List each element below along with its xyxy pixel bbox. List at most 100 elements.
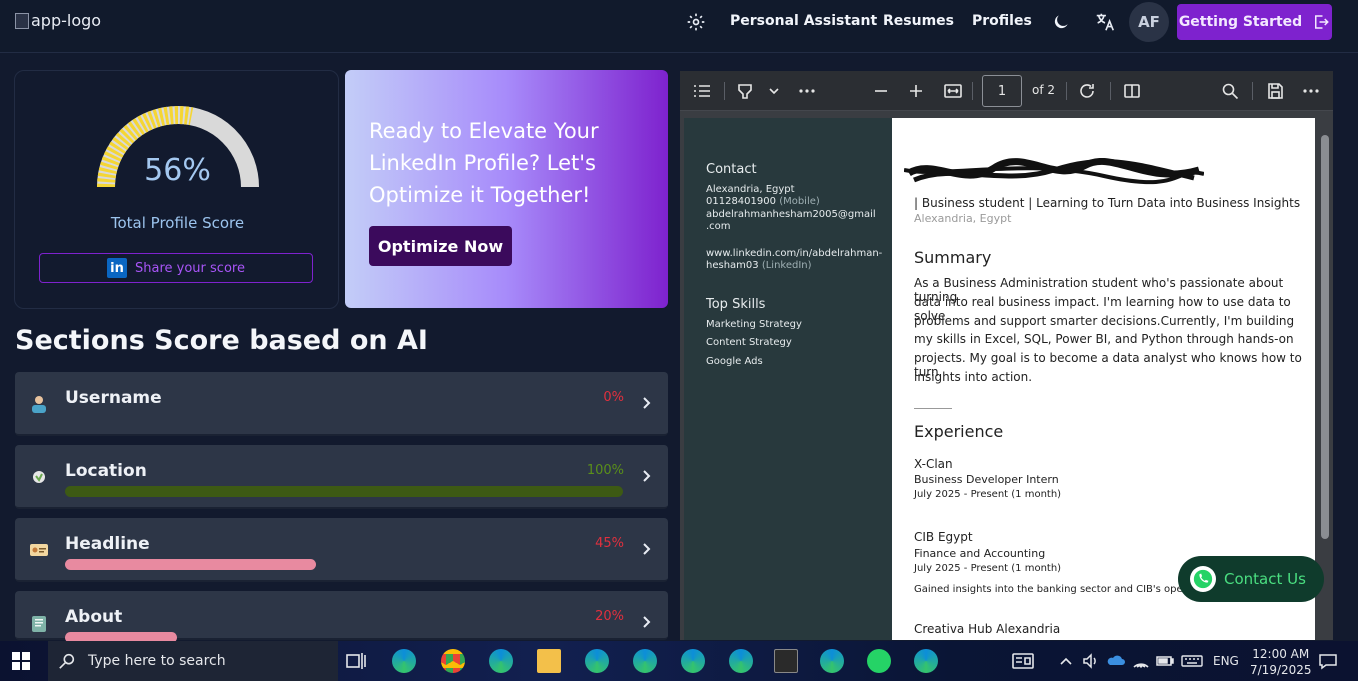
user-icon <box>32 396 46 413</box>
edge-icon[interactable] <box>585 649 609 673</box>
clipboard-icon <box>32 616 46 632</box>
resume-tagline: | Business student | Learning to Turn Da… <box>914 196 1301 210</box>
optimize-now-button[interactable]: Optimize Now <box>369 226 512 266</box>
more-options-icon[interactable] <box>797 81 817 101</box>
section-row-location[interactable]: Location 100% <box>15 445 668 509</box>
contact-heading: Contact <box>706 162 757 177</box>
section-row-headline[interactable]: Headline 45% <box>15 518 668 582</box>
share-score-button[interactable]: in Share your score <box>39 253 313 283</box>
nav-resumes[interactable]: Resumes <box>883 13 954 29</box>
toolbar-divider <box>724 82 725 100</box>
notification-icon[interactable] <box>1318 649 1338 673</box>
summary-line: problems and support smarter decisions.C… <box>914 314 1295 328</box>
task-view-icon[interactable] <box>344 649 368 673</box>
pdf-viewer: 1 of 2 Contact Alexandria, Egypt 0112840… <box>680 71 1333 640</box>
whatsapp-icon <box>1190 566 1216 592</box>
whatsapp-label: Contact Us <box>1224 570 1306 588</box>
chevron-right-icon <box>643 616 651 628</box>
nav-personal-assistant[interactable]: Personal Assistant <box>730 13 877 29</box>
windows-start-icon[interactable] <box>12 652 30 670</box>
system-clock[interactable]: 12:00 AM 7/19/2025 <box>1250 646 1312 678</box>
news-widget-icon[interactable] <box>1011 649 1035 673</box>
sections-title: Sections Score based on AI <box>15 325 428 356</box>
gear-icon[interactable] <box>686 12 706 32</box>
wifi-icon[interactable] <box>1131 649 1151 673</box>
section-percent: 45% <box>595 536 624 551</box>
chevron-right-icon <box>643 470 651 482</box>
job-dates: July 2025 - Present (1 month) <box>914 489 1062 500</box>
taskbar-search-placeholder: Type here to search <box>88 653 226 669</box>
email-line-2: .com <box>706 221 731 232</box>
section-row-about[interactable]: About 20% <box>15 591 668 643</box>
nav-profiles[interactable]: Profiles <box>972 13 1032 29</box>
edge-icon[interactable] <box>729 649 753 673</box>
contact-address: Alexandria, Egypt <box>706 184 795 195</box>
section-row-username[interactable]: Username 0% <box>15 372 668 436</box>
battery-icon[interactable] <box>1155 649 1175 673</box>
edge-icon[interactable] <box>392 649 416 673</box>
linkedin-tag: (LinkedIn) <box>761 260 812 271</box>
skill-item: Marketing Strategy <box>706 319 802 330</box>
zoom-out-icon[interactable] <box>871 81 891 101</box>
share-score-label: Share your score <box>135 260 245 276</box>
top-skills-heading: Top Skills <box>706 297 766 312</box>
outline-list-icon[interactable] <box>692 81 712 101</box>
getting-started-button[interactable]: Getting Started <box>1177 4 1332 40</box>
experience-heading: Experience <box>914 422 1004 441</box>
edge-icon[interactable] <box>820 649 844 673</box>
chevron-up-icon[interactable] <box>1058 649 1074 673</box>
job-company: Creativa Hub Alexandria <box>914 622 1061 636</box>
more-options-icon[interactable] <box>1301 81 1321 101</box>
score-value: 56% <box>144 153 211 188</box>
whatsapp-contact-button[interactable]: Contact Us <box>1178 556 1324 602</box>
highlight-icon[interactable] <box>735 81 755 101</box>
moon-icon[interactable] <box>1051 12 1071 32</box>
section-percent: 100% <box>586 463 624 478</box>
edge-icon[interactable] <box>633 649 657 673</box>
edge-icon[interactable] <box>914 649 938 673</box>
chevron-right-icon <box>643 397 651 409</box>
summary-heading: Summary <box>914 248 992 267</box>
rotate-icon[interactable] <box>1077 81 1097 101</box>
chrome-icon[interactable] <box>441 649 465 673</box>
linkedin-line-2: hesham03 <box>706 260 759 271</box>
section-name: About <box>65 607 123 627</box>
page-view-icon[interactable] <box>1122 81 1142 101</box>
edge-icon[interactable] <box>489 649 513 673</box>
clock-date: 7/19/2025 <box>1250 663 1312 677</box>
section-progress-bar <box>65 559 317 570</box>
job-description: Gained insights into the banking sector … <box>914 584 1193 595</box>
edge-icon[interactable] <box>681 649 705 673</box>
section-name: Location <box>65 461 147 481</box>
onedrive-icon[interactable] <box>1106 649 1126 673</box>
chevron-down-icon[interactable] <box>764 81 784 101</box>
file-explorer-icon[interactable] <box>537 649 561 673</box>
summary-line: insights into action. <box>914 370 1033 384</box>
translate-icon[interactable] <box>1094 11 1116 33</box>
top-nav: app-logo Personal Assistant Resumes Prof… <box>0 0 1358 53</box>
whatsapp-icon[interactable] <box>867 649 891 673</box>
fit-width-icon[interactable] <box>943 81 963 101</box>
pdf-scrollbar-thumb[interactable] <box>1321 135 1329 539</box>
search-icon[interactable] <box>1220 81 1240 101</box>
zoom-in-icon[interactable] <box>906 81 926 101</box>
keyboard-icon[interactable] <box>1180 649 1204 673</box>
toolbar-divider <box>1066 82 1067 100</box>
divider-line <box>914 408 952 409</box>
save-icon[interactable] <box>1265 81 1285 101</box>
language-indicator[interactable]: ENG <box>1213 654 1239 668</box>
avatar[interactable]: AF <box>1129 2 1169 42</box>
getting-started-label: Getting Started <box>1178 14 1303 30</box>
epic-games-icon[interactable] <box>774 649 798 673</box>
redacted-name-scribble <box>904 158 1204 185</box>
page-number-input[interactable]: 1 <box>982 75 1022 107</box>
volume-icon[interactable] <box>1082 649 1100 673</box>
search-icon <box>59 653 75 669</box>
job-company: CIB Egypt <box>914 530 973 544</box>
id-card-icon <box>30 544 48 556</box>
app-logo[interactable]: app-logo <box>15 11 101 30</box>
taskbar-search[interactable]: Type here to search <box>48 641 338 681</box>
phone-number: 01128401900 <box>706 196 776 207</box>
contact-linkedin: www.linkedin.com/in/abdelrahman-hesham03… <box>706 248 886 272</box>
promo-text: Ready to Elevate Your LinkedIn Profile? … <box>369 119 599 207</box>
